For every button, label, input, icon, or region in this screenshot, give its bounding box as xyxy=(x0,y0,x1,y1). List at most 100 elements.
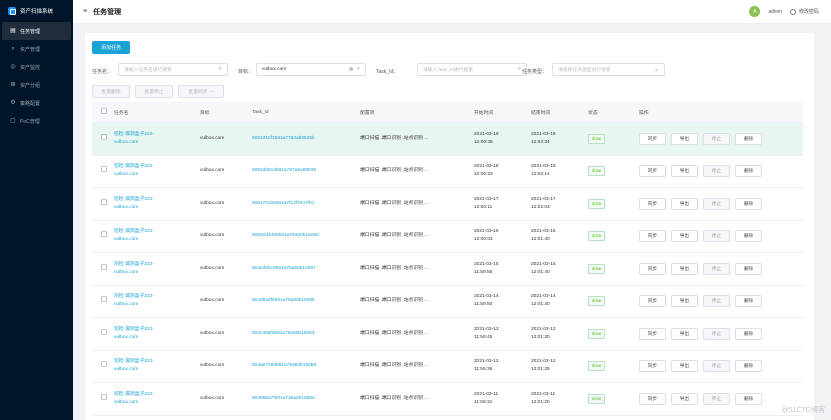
task-type-placeholder: 请选择任务类型进行搜索 xyxy=(558,68,611,73)
delete-button[interactable]: 删除 xyxy=(735,327,762,340)
task-name-link[interactable]: 巡检-漏洞盒子222- vulbox.com xyxy=(114,228,200,244)
sidebar-item-3[interactable]: ⊞ 资产分组 xyxy=(0,76,73,94)
task-name-link[interactable]: 巡检-漏洞盒子222- vulbox.com xyxy=(114,196,200,212)
export-button[interactable]: 导出 xyxy=(671,295,698,308)
row-checkbox[interactable] xyxy=(101,231,107,238)
task-id-link[interactable]: 604d8a3f6591a75a60b1508b xyxy=(252,297,360,305)
task-id-input[interactable]: 请输入Task_Id进行搜索 ⌕ xyxy=(417,63,527,76)
end-date: 2021-03-16 xyxy=(531,229,556,235)
delete-button[interactable]: 删除 xyxy=(735,360,762,373)
delete-button[interactable]: 删除 xyxy=(735,392,762,405)
stop-button[interactable]: 停止 xyxy=(703,230,730,243)
row-checkbox[interactable] xyxy=(101,328,107,335)
stop-button[interactable]: 停止 xyxy=(703,327,730,340)
sidebar-item-label: 资产分组 xyxy=(20,82,41,89)
batch-delete-button[interactable]: 批量删除 xyxy=(92,85,130,98)
export-button[interactable]: 导出 xyxy=(671,132,698,145)
task-name-link[interactable]: 巡检-漏洞盒子222- vulbox.com xyxy=(114,326,200,342)
sync-button[interactable]: 同步 xyxy=(639,360,666,373)
task-id-link[interactable]: 60517ecb6591a7f13f7547f01 xyxy=(252,200,360,208)
delete-button[interactable]: 删除 xyxy=(735,197,762,210)
stop-button[interactable]: 停止 xyxy=(703,262,730,275)
row-checkbox[interactable] xyxy=(101,166,107,173)
select-all-checkbox[interactable] xyxy=(101,108,107,114)
row-actions: 同步 导出 停止 删除 xyxy=(639,295,803,308)
avatar[interactable]: A xyxy=(749,6,761,17)
task-name-link[interactable]: 巡检-漏洞盒子222- vulbox.com xyxy=(114,358,200,374)
sidebar-item-4[interactable]: ⚙ 策略配置 xyxy=(0,94,73,112)
export-button[interactable]: 导出 xyxy=(671,360,698,373)
task-id-link[interactable]: 6054215f1591a7760ab5625b xyxy=(252,135,360,143)
sidebar-item-2[interactable]: ◎ 资产监控 xyxy=(0,58,73,76)
task-id-link[interactable]: 604995a7f591a738aeb15b6d xyxy=(252,395,360,403)
sync-button[interactable]: 同步 xyxy=(639,230,666,243)
export-button[interactable]: 导出 xyxy=(671,327,698,340)
task-name-input[interactable]: 请输入任务名进行搜索 ⌕ xyxy=(118,63,228,76)
end-time-cell: 2021-03-12 12:01:25 xyxy=(531,358,588,374)
sync-button[interactable]: 同步 xyxy=(639,197,666,210)
export-button[interactable]: 导出 xyxy=(671,230,698,243)
sync-button[interactable]: 同步 xyxy=(639,295,666,308)
start-date: 2021-03-14 xyxy=(474,294,499,300)
clear-icon[interactable]: ⊗ xyxy=(349,66,354,73)
stop-button[interactable]: 停止 xyxy=(703,295,730,308)
task-name-link[interactable]: 巡检-漏洞盒子222- vulbox.com xyxy=(114,293,200,309)
change-password-link[interactable]: 修改密码 xyxy=(789,8,819,15)
end-date: 2021-03-12 xyxy=(531,359,556,365)
delete-button[interactable]: 删除 xyxy=(735,295,762,308)
task-name-link[interactable]: 巡检-漏洞盒子222- vulbox.com xyxy=(114,131,200,147)
task-id-link[interactable]: 604ae728d591a75a60b150B4 xyxy=(252,362,360,370)
row-checkbox[interactable] xyxy=(101,263,107,270)
stop-button[interactable]: 停止 xyxy=(703,360,730,373)
sidebar-item-5[interactable]: ▢ PoC管理 xyxy=(0,112,73,130)
start-date: 2021-03-13 xyxy=(474,326,499,332)
row-checkbox[interactable] xyxy=(101,198,107,205)
export-button[interactable]: 导出 xyxy=(671,262,698,275)
batch-sync-button[interactable]: 批量同步 ⌄ xyxy=(178,85,224,98)
row-checkbox[interactable] xyxy=(101,361,107,368)
stop-button[interactable]: 停止 xyxy=(703,165,730,178)
sidebar-item-label: 策略配置 xyxy=(20,100,41,107)
sync-button[interactable]: 同步 xyxy=(639,262,666,275)
delete-button[interactable]: 删除 xyxy=(735,132,762,145)
username[interactable]: admin xyxy=(768,9,782,15)
stop-button[interactable]: 停止 xyxy=(703,132,730,145)
sidebar-item-0[interactable]: ▤ 任务管理 xyxy=(2,22,71,40)
sync-button[interactable]: 同步 xyxy=(639,132,666,145)
task-name-line2: vulbox.com xyxy=(114,367,139,373)
task-id-link[interactable]: 6052d061d591a787a5a08039 xyxy=(252,167,360,175)
header-task-id: Task_Id xyxy=(252,109,269,115)
stop-button[interactable]: 停止 xyxy=(703,197,730,210)
task-id-link[interactable]: 604c38afd591a75a60b15083 xyxy=(252,330,360,338)
end-date: 2021-03-19 xyxy=(531,131,556,137)
add-task-button[interactable]: 添加任务 xyxy=(92,41,130,54)
delete-button[interactable]: 删除 xyxy=(735,230,762,243)
export-button[interactable]: 导出 xyxy=(671,165,698,178)
sync-button[interactable]: 同步 xyxy=(639,392,666,405)
task-name-link[interactable]: 巡检-漏洞盒子222- vulbox.com xyxy=(114,391,200,407)
stop-button[interactable]: 停止 xyxy=(703,392,730,405)
task-id-link[interactable]: 60502d4459591a75a60b1508d xyxy=(252,232,360,240)
target-input[interactable]: vulbox.com ⊗ ⌕ xyxy=(256,63,366,76)
task-type-select[interactable]: 请选择任务类型进行搜索 ⌄ xyxy=(552,63,665,76)
row-checkbox[interactable] xyxy=(101,133,107,140)
export-button[interactable]: 导出 xyxy=(671,392,698,405)
status-badge: done xyxy=(588,296,606,307)
row-checkbox[interactable] xyxy=(101,296,107,303)
menu-icon[interactable]: ≡ xyxy=(83,8,87,15)
delete-button[interactable]: 删除 xyxy=(735,165,762,178)
export-button[interactable]: 导出 xyxy=(671,197,698,210)
end-date: 2021-03-13 xyxy=(531,326,556,332)
sidebar-item-1[interactable]: ⌕ 资产管理 xyxy=(0,40,73,58)
task-id-link[interactable]: 604edbbc9591a75a60b15087 xyxy=(252,265,360,273)
brand: 资产扫描系统 xyxy=(0,0,73,22)
end-time: 12:01:40 xyxy=(531,237,550,243)
batch-stop-button[interactable]: 批量停止 xyxy=(135,85,173,98)
sync-button[interactable]: 同步 xyxy=(639,327,666,340)
end-time-cell: 2021-03-13 12:01:30 xyxy=(531,326,588,342)
row-checkbox[interactable] xyxy=(101,393,107,400)
task-name-link[interactable]: 巡检-漏洞盒子222- vulbox.com xyxy=(114,261,200,277)
task-name-link[interactable]: 巡检-漏洞盒子222- vulbox.com xyxy=(114,163,200,179)
delete-button[interactable]: 删除 xyxy=(735,262,762,275)
sync-button[interactable]: 同步 xyxy=(639,165,666,178)
